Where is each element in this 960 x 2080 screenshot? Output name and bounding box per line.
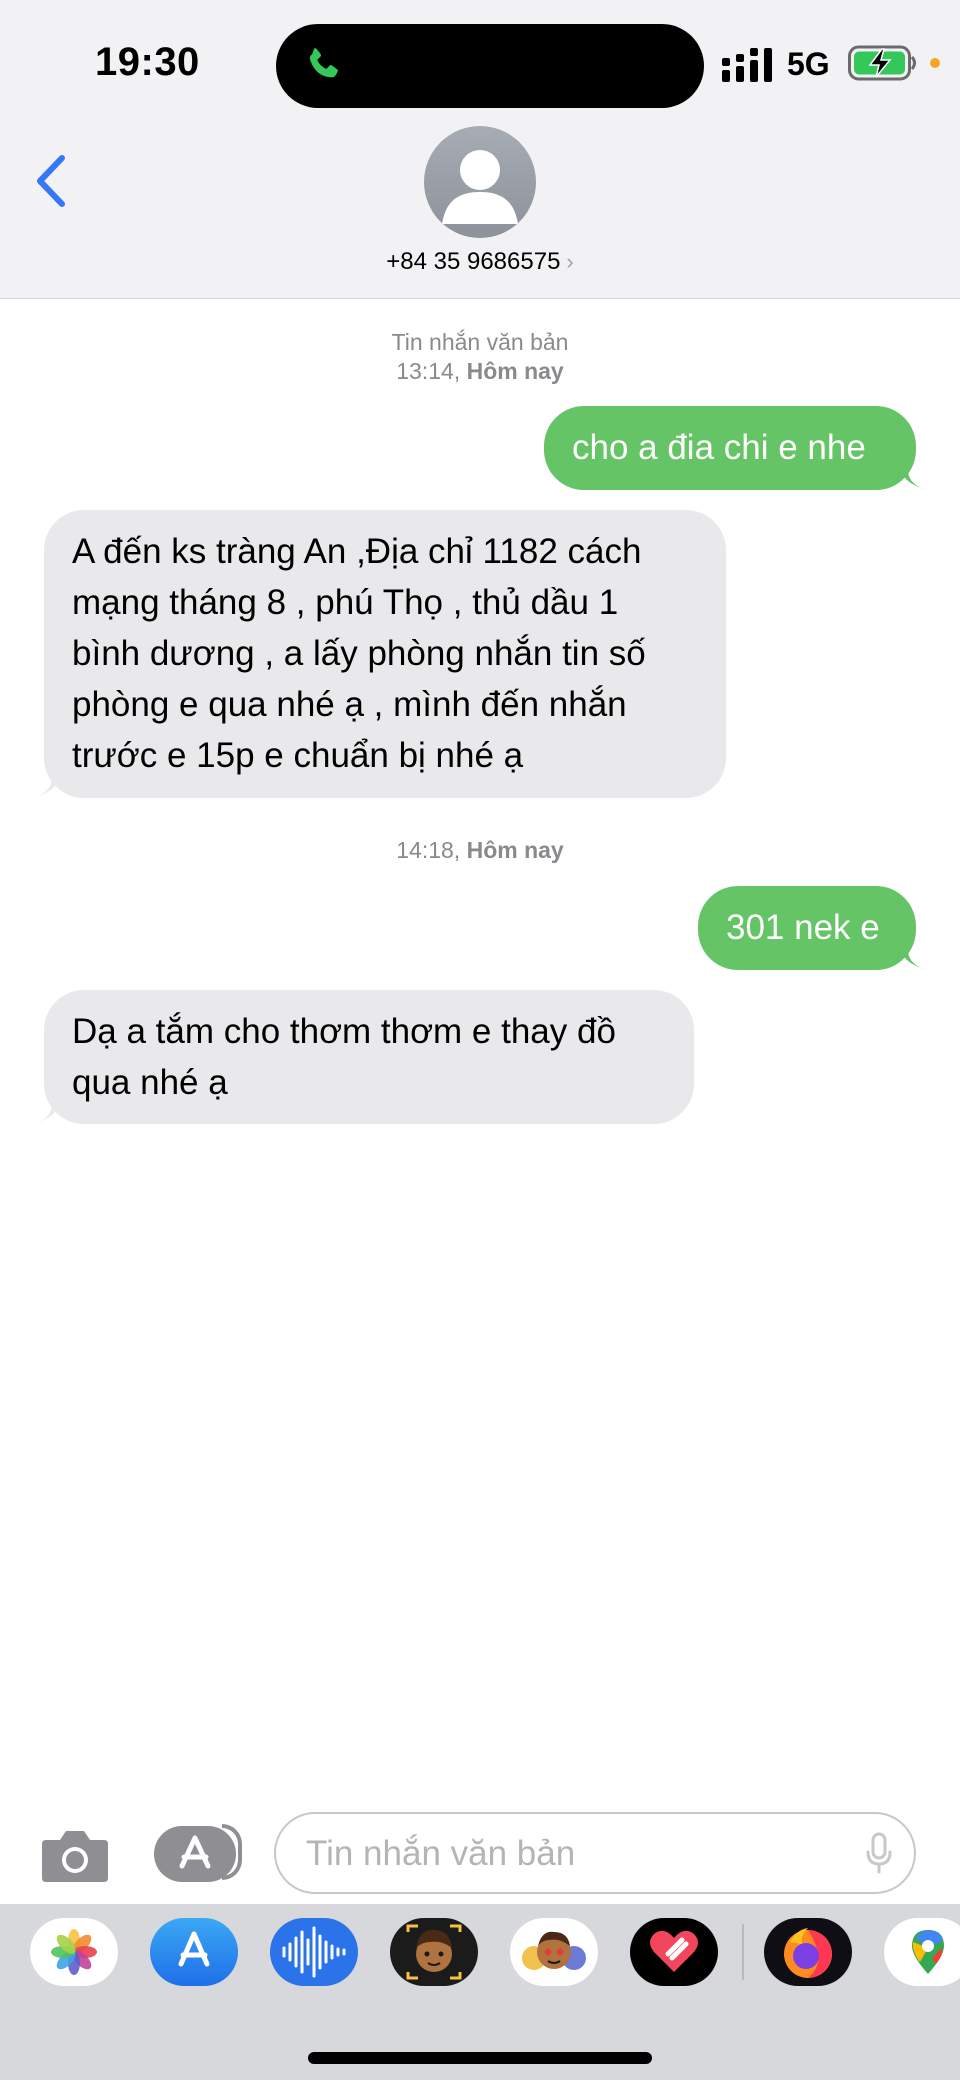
sms-label: Tin nhắn văn bản [391,329,569,355]
contact-number: +84 35 9686575 [386,248,561,275]
message-line: trước e 15p e chuẩn bị nhé ạ [72,736,524,775]
battery-charging-icon [848,45,916,81]
message-text: 301 nek e [726,908,880,947]
contact-name-button[interactable]: +84 35 9686575 › [0,248,960,276]
memoji-app-icon[interactable] [390,1918,478,1986]
back-chevron-icon[interactable] [30,152,70,210]
firefox-app-icon[interactable] [764,1918,852,1986]
bubble-tail [32,1098,62,1124]
outgoing-message-bubble[interactable]: cho a đia chi e nhe [544,406,916,490]
message-type-label: Tin nhắn văn bản 13:14, Hôm nay [0,328,960,386]
message-line: phòng e qua nhé ạ , mình đến nhắn [72,685,627,724]
home-indicator[interactable] [308,2052,652,2064]
chevron-right-icon: › [566,249,574,274]
message-line: Dạ a tắm cho thơm thơm e thay đồ [72,1012,616,1051]
app-store-app-icon[interactable] [150,1918,238,1986]
person-silhouette-icon [442,150,518,224]
digital-touch-app-icon[interactable] [630,1918,718,1986]
message-line: A đến ks tràng An ,Địa chỉ 1182 cách [72,532,642,571]
contact-avatar[interactable] [424,126,536,238]
privacy-indicator-dot [930,58,940,68]
bubble-tail [898,464,928,490]
camera-icon[interactable] [40,1826,110,1884]
conversation-header: 19:30 5G +84 35 9686575 › [0,0,960,299]
message-input[interactable]: Tin nhắn văn bản [274,1812,916,1894]
dynamic-island[interactable] [276,24,704,108]
apps-button[interactable] [154,1824,242,1882]
phone-call-icon [309,48,338,78]
network-type: 5G [787,46,830,82]
incoming-message-bubble[interactable]: A đến ks tràng An ,Địa chỉ 1182 cách mạn… [44,510,726,798]
maps-app-icon[interactable] [884,1918,960,1986]
audio-message-app-icon[interactable] [270,1918,358,1986]
incoming-message-bubble[interactable]: Dạ a tắm cho thơm thơm e thay đồ qua nhé… [44,990,694,1124]
photos-app-icon[interactable] [30,1918,118,1986]
apps-button-ring [222,1824,242,1880]
bubble-tail [898,944,928,970]
timestamp: 13:14, Hôm nay [396,358,564,384]
cellular-signal-icon [722,48,772,82]
outgoing-message-bubble[interactable]: 301 nek e [698,886,916,970]
bubble-tail [32,772,62,798]
status-time: 19:30 [95,40,200,84]
animoji-stickers-app-icon[interactable] [510,1918,598,1986]
message-line: bình dương , a lấy phòng nhắn tin số [72,634,646,673]
message-input-placeholder: Tin nhắn văn bản [306,1834,576,1873]
drawer-divider [742,1924,744,1980]
message-line: mạng tháng 8 , phú Thọ , thủ dầu 1 [72,583,619,622]
message-text: cho a đia chi e nhe [572,428,866,467]
timestamp: 14:18, Hôm nay [396,837,564,863]
message-line: qua nhé ạ [72,1063,228,1102]
microphone-icon[interactable] [866,1832,892,1874]
